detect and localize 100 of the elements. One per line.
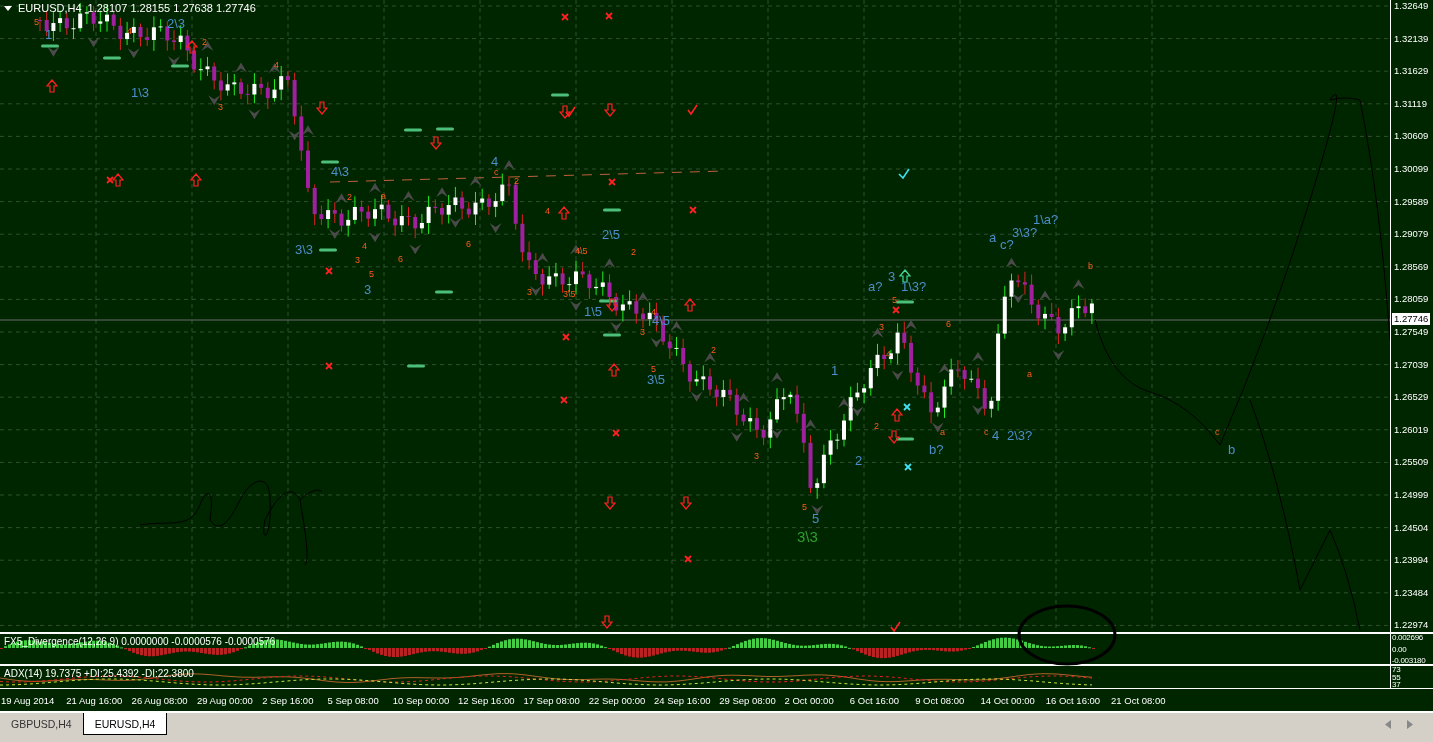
wave-label: 1 bbox=[831, 364, 839, 377]
wave-label: 2 bbox=[514, 177, 519, 186]
price-label: 1.30099 bbox=[1393, 162, 1430, 175]
time-label: 16 Oct 16:00 bbox=[1044, 694, 1102, 706]
wave-label: 3 bbox=[754, 452, 759, 461]
wave-label: 3\3 bbox=[797, 529, 818, 544]
price-label: 1.24504 bbox=[1393, 521, 1430, 534]
wave-label: a bbox=[381, 192, 386, 201]
wave-label: c bbox=[494, 168, 499, 177]
time-label: 19 Aug 2014 bbox=[0, 694, 56, 706]
ohlc-values: 1.28107 1.28155 1.27638 1.27746 bbox=[87, 2, 256, 14]
price-label: 1.29589 bbox=[1393, 195, 1430, 208]
wave-label: 1\3 bbox=[131, 86, 150, 99]
wave-label: 2 bbox=[202, 38, 207, 47]
time-label: 24 Sep 16:00 bbox=[652, 694, 712, 706]
price-label: 1.27039 bbox=[1393, 358, 1430, 371]
time-label: 22 Sep 00:00 bbox=[587, 694, 647, 706]
wave-label: 4\5 bbox=[575, 247, 588, 256]
chart-tab[interactable]: EURUSD,H4 bbox=[82, 713, 168, 735]
wave-label: a? bbox=[868, 280, 883, 293]
wave-label: c bbox=[1215, 428, 1220, 437]
price-label: 1.25509 bbox=[1393, 456, 1430, 469]
wave-label: 6 bbox=[466, 240, 471, 249]
wave-label: 5 bbox=[812, 512, 820, 525]
price-label: 1.23484 bbox=[1393, 586, 1430, 599]
wave-label: 2 bbox=[631, 248, 636, 257]
wave-label: 3 bbox=[888, 270, 896, 283]
time-label: 2 Sep 16:00 bbox=[261, 694, 315, 706]
time-label: 2 Oct 00:00 bbox=[783, 694, 835, 706]
price-label: 1.26529 bbox=[1393, 391, 1430, 404]
price-label: 1.30609 bbox=[1393, 130, 1430, 143]
wave-label: 5 bbox=[369, 270, 374, 279]
wave-label: 6 bbox=[398, 255, 403, 264]
wave-label: 5 bbox=[34, 18, 39, 27]
wave-label: 1\a? bbox=[1033, 213, 1059, 226]
wave-label: 6 bbox=[946, 320, 951, 329]
indicator-scale-label: -0.003180 bbox=[1392, 657, 1427, 664]
wave-label: 4 bbox=[886, 350, 891, 359]
current-price-tag: 1.27746 bbox=[1392, 313, 1431, 325]
price-label: 1.31119 bbox=[1393, 97, 1428, 110]
wave-label: 4 bbox=[545, 207, 550, 216]
wave-label: 2\3? bbox=[1007, 429, 1033, 442]
wave-label: 1\5 bbox=[584, 305, 603, 318]
wave-label: 3 bbox=[355, 256, 360, 265]
indicator-scale-label: 37 bbox=[1392, 681, 1402, 688]
price-label: 1.32139 bbox=[1393, 32, 1430, 45]
wave-label: b bbox=[1228, 443, 1236, 456]
indicator-scale-label: 73 bbox=[1392, 666, 1402, 673]
wave-label: 5 bbox=[802, 503, 807, 512]
time-label: 14 Oct 00:00 bbox=[979, 694, 1036, 706]
wave-label: 1\3? bbox=[901, 280, 927, 293]
indicator-title: ADX(14) 19.7375 +DI:25.4392 -DI:22.3800 bbox=[4, 668, 194, 679]
time-label: 21 Aug 16:00 bbox=[65, 694, 124, 706]
price-label: 1.23994 bbox=[1393, 554, 1430, 567]
time-label: 26 Aug 08:00 bbox=[130, 694, 189, 706]
indicator-scale-label: 0.00 bbox=[1392, 645, 1408, 653]
wave-label: c bbox=[984, 428, 989, 437]
time-label: 9 Oct 08:00 bbox=[914, 694, 966, 706]
wave-label: 5 bbox=[651, 365, 656, 374]
time-label: 10 Sep 00:00 bbox=[391, 694, 451, 706]
wave-label: 3\3 bbox=[295, 243, 314, 256]
wave-label: 2 bbox=[711, 346, 716, 355]
wave-label: 2 bbox=[347, 193, 352, 202]
wave-label: 4 bbox=[491, 155, 499, 168]
time-label: 21 Oct 08:00 bbox=[1110, 694, 1167, 706]
indicator-scale-label: 55 bbox=[1392, 673, 1402, 681]
wave-label: 3\5 bbox=[563, 290, 576, 299]
wave-label: 3 bbox=[218, 103, 223, 112]
wave-label: 3 bbox=[879, 323, 884, 332]
wave-label: 1 bbox=[45, 28, 53, 41]
time-label: 29 Sep 08:00 bbox=[718, 694, 777, 706]
wave-label: 2\5 bbox=[602, 228, 621, 241]
price-label: 1.22974 bbox=[1393, 619, 1430, 632]
price-label: 1.32649 bbox=[1393, 0, 1430, 12]
wave-label: b? bbox=[929, 443, 944, 456]
wave-label: 5 bbox=[892, 296, 897, 305]
time-label: 29 Aug 00:00 bbox=[195, 694, 254, 706]
wave-label: 4\3 bbox=[331, 165, 350, 178]
price-label: 1.29079 bbox=[1393, 228, 1430, 241]
chart-symbol: EURUSD,H4 bbox=[18, 2, 82, 14]
time-label: 17 Sep 08:00 bbox=[522, 694, 581, 706]
wave-label: 3 bbox=[527, 288, 532, 297]
wave-label: 2 bbox=[855, 454, 863, 467]
time-label: 6 Oct 16:00 bbox=[848, 694, 900, 706]
wave-label: a bbox=[1027, 370, 1032, 379]
price-label: 1.28059 bbox=[1393, 293, 1430, 306]
price-label: 1.24999 bbox=[1393, 488, 1430, 501]
indicator-scale-label: 0.002696 bbox=[1392, 634, 1424, 641]
time-label: 5 Sep 08:00 bbox=[326, 694, 380, 706]
wave-label: 4 bbox=[127, 27, 132, 36]
wave-label: 2 bbox=[874, 422, 879, 431]
wave-label: 3 bbox=[364, 283, 372, 296]
wave-label: 3\3? bbox=[1012, 226, 1038, 239]
price-label: 1.26019 bbox=[1393, 423, 1430, 436]
wave-label: 3 bbox=[640, 328, 645, 337]
price-label: 1.28569 bbox=[1393, 260, 1430, 273]
wave-label: a bbox=[989, 231, 997, 244]
wave-label: b bbox=[1088, 262, 1093, 271]
wave-label: 4 bbox=[362, 242, 367, 251]
wave-label: c? bbox=[1000, 238, 1014, 251]
